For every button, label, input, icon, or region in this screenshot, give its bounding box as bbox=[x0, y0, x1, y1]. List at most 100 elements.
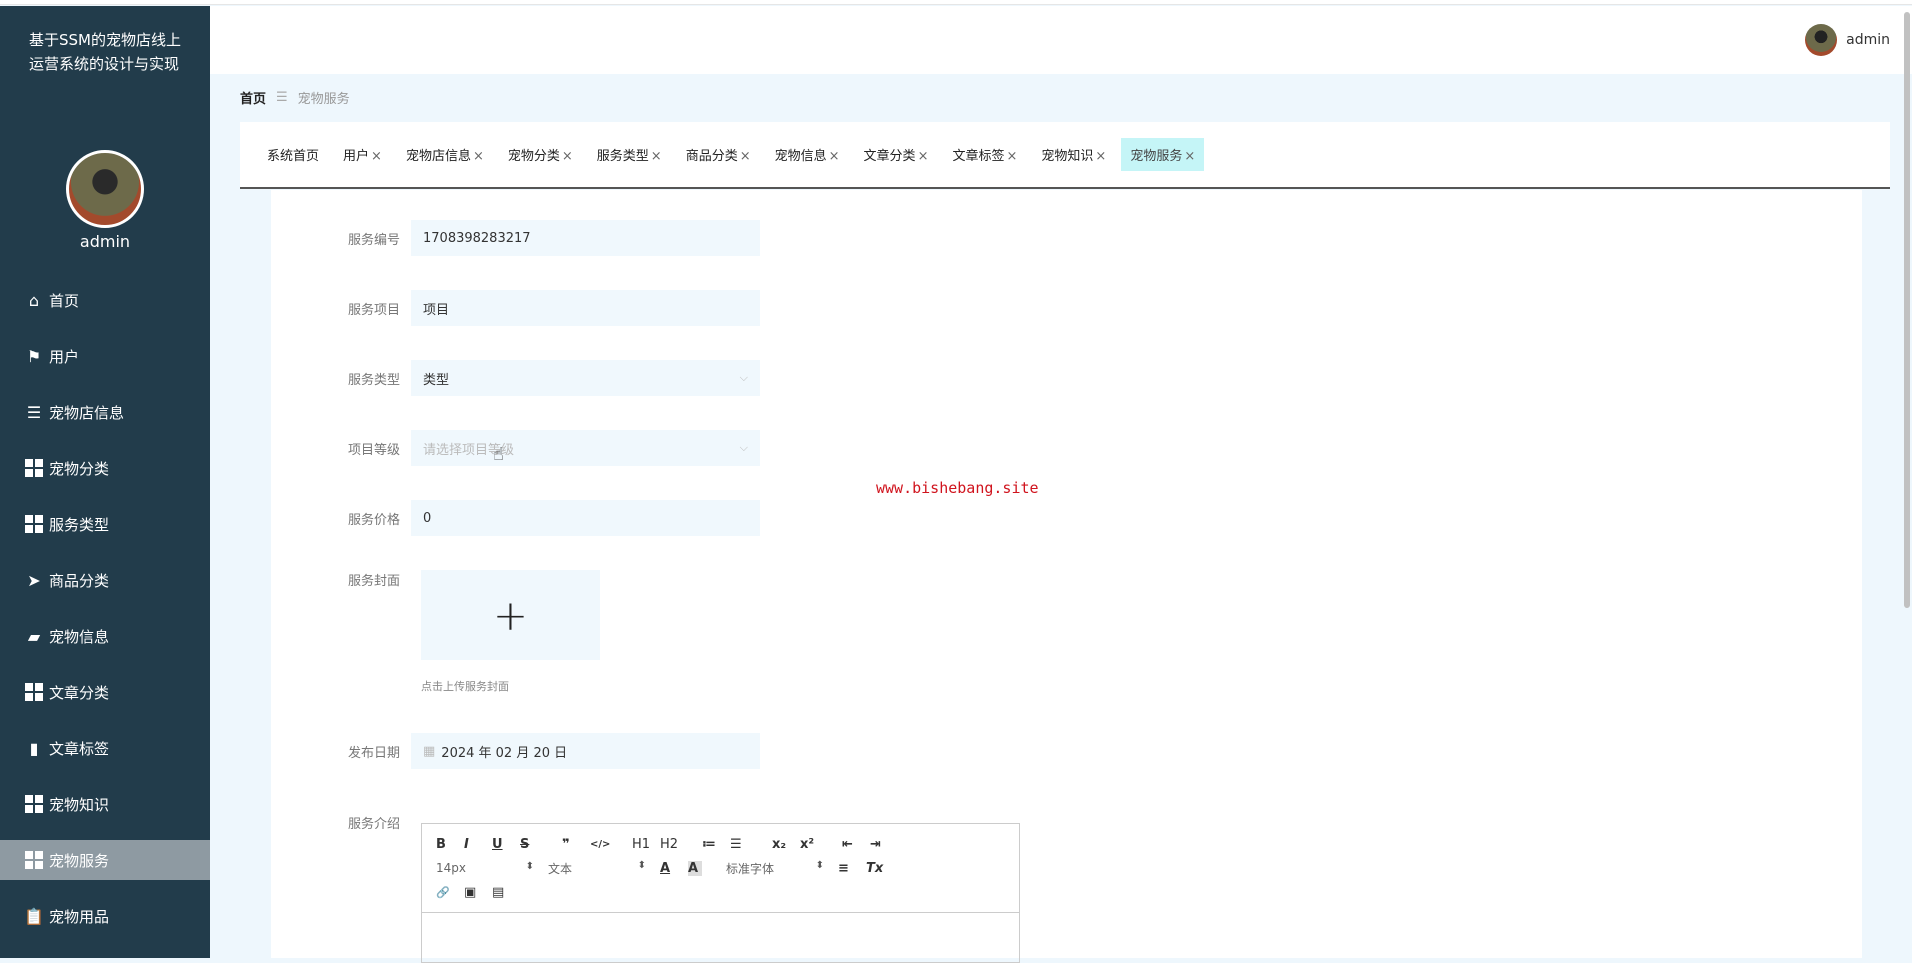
item-level-select[interactable]: 请选择项目等级 ⌵ bbox=[411, 430, 760, 466]
field-label: 服务封面 bbox=[347, 574, 400, 589]
image-button[interactable]: ▣ bbox=[464, 885, 492, 900]
field-date: 发布日期 ▦ 2024 年 02 月 20 日 bbox=[271, 733, 760, 769]
code-block-button[interactable]: </> bbox=[590, 839, 618, 850]
sidebar-item-goods-category[interactable]: ➤ 商品分类 bbox=[0, 560, 210, 600]
clear-format-button[interactable]: Tx bbox=[866, 861, 894, 876]
scrollbar[interactable] bbox=[1904, 12, 1910, 608]
sidebar-item-pet-supplies[interactable]: 📋 宠物用品 bbox=[0, 896, 210, 936]
field-intro: 服务介绍 bbox=[271, 813, 411, 832]
field-label: 项目等级 bbox=[347, 442, 400, 458]
outdent-button[interactable]: ⇤ bbox=[842, 837, 870, 852]
strike-button[interactable]: S bbox=[520, 837, 548, 852]
tab-article-category[interactable]: 文章分类 × bbox=[855, 138, 938, 171]
close-icon[interactable]: × bbox=[1095, 149, 1106, 164]
service-type-select[interactable]: 类型 ⌵ bbox=[411, 360, 760, 396]
indent-button[interactable]: ⇥ bbox=[870, 837, 898, 852]
blockquote-button[interactable]: ❞ bbox=[562, 837, 590, 852]
tab-pet-service[interactable]: 宠物服务 × bbox=[1121, 138, 1205, 171]
bar-chart-icon: ▮ bbox=[29, 738, 39, 758]
breadcrumb-separator-icon: ☰ bbox=[276, 90, 288, 105]
tab-system-home[interactable]: 系统首页 bbox=[258, 138, 328, 171]
text-color-button[interactable]: A bbox=[660, 861, 688, 876]
close-icon[interactable]: × bbox=[1184, 149, 1195, 164]
bold-button[interactable]: B bbox=[436, 837, 464, 852]
date-picker[interactable]: ▦ 2024 年 02 月 20 日 bbox=[411, 733, 760, 769]
sidebar-item-label: 宠物店信息 bbox=[49, 403, 125, 422]
sidebar-item-service-type[interactable]: 服务类型 bbox=[0, 504, 210, 544]
field-label: 服务项目 bbox=[347, 302, 400, 318]
sidebar-item-label: 宠物用品 bbox=[49, 907, 110, 926]
header-username: admin bbox=[1846, 32, 1890, 48]
underline-button[interactable]: U bbox=[492, 837, 520, 852]
header-select[interactable]: 文本 ⬍ bbox=[548, 860, 646, 877]
h1-button[interactable]: H1 bbox=[632, 837, 660, 852]
link-button[interactable]: 🔗 bbox=[436, 886, 464, 899]
tab-user[interactable]: 用户 × bbox=[334, 138, 391, 171]
service-item-input[interactable]: 项目 bbox=[411, 290, 760, 326]
tab-article-tag[interactable]: 文章标签 × bbox=[943, 138, 1026, 171]
font-size-select[interactable]: 14px ⬍ bbox=[436, 861, 534, 875]
editor-content[interactable] bbox=[422, 913, 1019, 963]
sidebar-item-pet-service[interactable]: 宠物服务 bbox=[0, 840, 210, 880]
tab-pet-knowledge[interactable]: 宠物知识 × bbox=[1032, 138, 1115, 171]
close-icon[interactable]: × bbox=[473, 149, 484, 164]
close-icon[interactable]: × bbox=[371, 149, 382, 164]
sidebar-item-pet-knowledge[interactable]: 宠物知识 bbox=[0, 784, 210, 824]
sidebar-item-article-tag[interactable]: ▮ 文章标签 bbox=[0, 728, 210, 768]
subscript-button[interactable]: x₂ bbox=[772, 837, 800, 852]
breadcrumb-home[interactable]: 首页 bbox=[240, 88, 266, 107]
sidebar-item-shop-info[interactable]: ☰ 宠物店信息 bbox=[0, 392, 210, 432]
tab-pet-info[interactable]: 宠物信息 × bbox=[766, 138, 849, 171]
sidebar: 基于SSM的宠物店线上运营系统的设计与实现 admin ⌂ 首页 ⚑ 用户 ☰ 宠物店… bbox=[0, 6, 210, 958]
grid-icon bbox=[25, 459, 43, 477]
field-service-item: 服务项目 项目 bbox=[271, 290, 760, 326]
close-icon[interactable]: × bbox=[740, 149, 751, 164]
tab-service-type[interactable]: 服务类型 × bbox=[588, 138, 671, 171]
video-button[interactable]: ▤ bbox=[492, 885, 520, 900]
sidebar-item-label: 用户 bbox=[49, 347, 80, 366]
mouse-cursor-icon: ☝ bbox=[493, 444, 504, 465]
field-price: 服务价格 0 bbox=[271, 500, 760, 536]
briefcase-icon: ▰ bbox=[27, 626, 41, 646]
sort-icon: ⬍ bbox=[815, 859, 824, 871]
field-item-level: 项目等级 请选择项目等级 ⌵ bbox=[271, 430, 760, 466]
close-icon[interactable]: × bbox=[562, 149, 573, 164]
field-label: 服务介绍 bbox=[347, 817, 400, 832]
sidebar-item-pet-info[interactable]: ▰ 宠物信息 bbox=[0, 616, 210, 656]
sidebar-item-article-category[interactable]: 文章分类 bbox=[0, 672, 210, 712]
clipboard-icon: 📋 bbox=[24, 906, 44, 926]
bullet-list-button[interactable]: ☰ bbox=[730, 837, 758, 852]
tab-goods-category[interactable]: 商品分类 × bbox=[677, 138, 760, 171]
top-border bbox=[0, 0, 1912, 5]
sidebar-item-home[interactable]: ⌂ 首页 bbox=[0, 280, 210, 320]
flag-icon: ⚑ bbox=[26, 346, 42, 366]
grid-icon bbox=[25, 795, 43, 813]
price-input[interactable]: 0 bbox=[411, 500, 760, 536]
tab-shop-info[interactable]: 宠物店信息 × bbox=[397, 138, 493, 171]
align-button[interactable]: ≡ bbox=[838, 861, 866, 876]
sidebar-menu: ⌂ 首页 ⚑ 用户 ☰ 宠物店信息 宠物分类 服务类型 ➤ 商品分类 ▰ 宠物信息 文章分… bbox=[0, 280, 210, 952]
sidebar-item-user[interactable]: ⚑ 用户 bbox=[0, 336, 210, 376]
avatar[interactable] bbox=[66, 150, 144, 228]
cover-upload-button[interactable]: + bbox=[421, 570, 600, 660]
tab-pet-category[interactable]: 宠物分类 × bbox=[499, 138, 582, 171]
close-icon[interactable]: × bbox=[1006, 149, 1017, 164]
user-menu[interactable]: admin bbox=[1805, 24, 1890, 56]
superscript-button[interactable]: x² bbox=[800, 837, 828, 852]
ordered-list-button[interactable]: ≔ bbox=[702, 837, 730, 852]
close-icon[interactable]: × bbox=[829, 149, 840, 164]
field-service-no: 服务编号 1708398283217 bbox=[271, 220, 760, 256]
close-icon[interactable]: × bbox=[651, 149, 662, 164]
service-no-input[interactable]: 1708398283217 bbox=[411, 220, 760, 256]
font-family-select[interactable]: 标准字体 ⬍ bbox=[726, 860, 824, 877]
italic-button[interactable]: I bbox=[464, 837, 492, 852]
sort-icon: ⬍ bbox=[637, 859, 646, 871]
sidebar-item-label: 服务类型 bbox=[49, 515, 110, 534]
h2-button[interactable]: H2 bbox=[660, 837, 688, 852]
sidebar-item-label: 文章标签 bbox=[49, 739, 110, 758]
sidebar-item-label: 宠物知识 bbox=[49, 795, 110, 814]
close-icon[interactable]: × bbox=[918, 149, 929, 164]
sidebar-item-pet-category[interactable]: 宠物分类 bbox=[0, 448, 210, 488]
top-header: admin bbox=[210, 6, 1912, 74]
background-color-button[interactable]: A bbox=[688, 860, 702, 876]
